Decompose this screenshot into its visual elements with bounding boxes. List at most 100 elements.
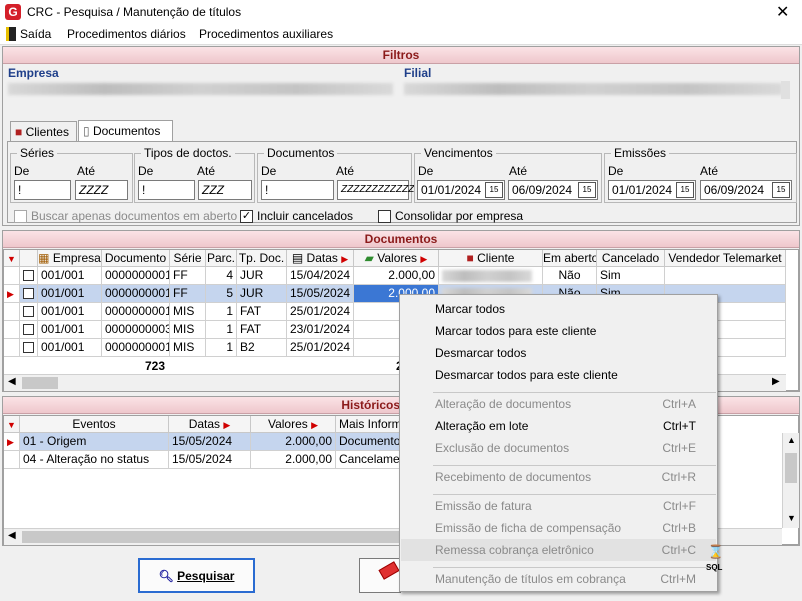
col-cliente[interactable]: ■ Cliente	[439, 250, 543, 267]
table-cell-doc[interactable]: 0000000001	[102, 339, 170, 357]
table-cell-empresa[interactable]: 001/001	[38, 267, 102, 285]
col-valores[interactable]: ▰ Valores ▶	[354, 250, 439, 267]
context-menu-item[interactable]: Exclusão de documentos Ctrl+E	[401, 437, 716, 459]
context-menu-item[interactable]: Manutenção de títulos em cobrança Ctrl+M	[401, 568, 716, 590]
context-menu-item[interactable]: Desmarcar todos para este cliente	[401, 364, 716, 386]
table-cell-vend[interactable]	[665, 267, 786, 285]
table-cell-serie[interactable]: MIS	[170, 339, 206, 357]
empresa-value[interactable]	[8, 83, 393, 95]
row-checkbox[interactable]	[23, 288, 34, 299]
history-cell-data[interactable]: 15/05/2024	[169, 451, 251, 469]
chk-include-cancelled[interactable]: ✓	[240, 210, 253, 223]
table-cell-doc[interactable]: 0000000001	[102, 285, 170, 303]
table-cell-doc[interactable]: 0000000003	[102, 321, 170, 339]
col-hist-valores[interactable]: Valores ▶	[251, 416, 336, 433]
table-cell-tp[interactable]: JUR	[237, 285, 287, 303]
col-cancelado[interactable]: Cancelado	[597, 250, 665, 267]
table-cell-data[interactable]: 15/05/2024	[287, 285, 354, 303]
context-menu-item[interactable]: Emissão de fatura Ctrl+F	[401, 495, 716, 517]
scroll-thumb[interactable]	[785, 453, 797, 483]
row-checkbox[interactable]	[23, 342, 34, 353]
row-checkbox[interactable]	[23, 324, 34, 335]
col-serie[interactable]: Série	[170, 250, 206, 267]
context-menu-item[interactable]: Marcar todos para este cliente	[401, 320, 716, 342]
context-menu-item[interactable]: Emissão de ficha de compensação Ctrl+B	[401, 517, 716, 539]
clear-button[interactable]	[359, 558, 401, 593]
chk-consolidate[interactable]	[378, 210, 391, 223]
table-cell-cancel[interactable]: Sim	[597, 267, 665, 285]
col-em-aberto[interactable]: Em aberto	[543, 250, 597, 267]
table-cell-doc[interactable]: 0000000001	[102, 267, 170, 285]
calendar-icon[interactable]: 15	[676, 182, 694, 198]
tipos-from-input[interactable]: !	[138, 180, 195, 200]
table-cell-empresa[interactable]: 001/001	[38, 303, 102, 321]
table-cell-parc[interactable]: 1	[206, 339, 237, 357]
table-cell-tp[interactable]: JUR	[237, 267, 287, 285]
history-cell-data[interactable]: 15/05/2024	[169, 433, 251, 451]
history-cell-evento[interactable]: 01 - Origem	[20, 433, 169, 451]
chk-open-only[interactable]	[14, 210, 27, 223]
col-documento[interactable]: Documento	[102, 250, 170, 267]
col-datas[interactable]: ▤ Datas ▶	[287, 250, 354, 267]
table-cell-parc[interactable]: 5	[206, 285, 237, 303]
col-mais-info[interactable]: Mais Informaç	[336, 416, 406, 433]
table-cell-parc[interactable]: 4	[206, 267, 237, 285]
close-button[interactable]: ✕	[776, 2, 789, 22]
table-cell-data[interactable]: 25/01/2024	[287, 303, 354, 321]
table-cell-serie[interactable]: MIS	[170, 303, 206, 321]
context-menu-item[interactable]: Remessa cobrança eletrônico Ctrl+C	[401, 539, 716, 561]
col-vendedor[interactable]: Vendedor Telemarket	[665, 250, 786, 267]
table-cell-tp[interactable]: FAT	[237, 303, 287, 321]
table-cell-parc[interactable]: 1	[206, 303, 237, 321]
context-menu-item[interactable]: Desmarcar todos	[401, 342, 716, 364]
table-cell-aberto[interactable]: Não	[543, 267, 597, 285]
table-cell-cliente[interactable]	[439, 267, 543, 285]
table-cell-tp[interactable]: FAT	[237, 321, 287, 339]
col-tp-doc[interactable]: Tp. Doc.	[237, 250, 287, 267]
documentos-from-input[interactable]: !	[261, 180, 334, 200]
history-cell-evento[interactable]: 04 - Alteração no status	[20, 451, 169, 469]
history-cell-info[interactable]: Cancelamento	[336, 451, 406, 469]
row-checkbox[interactable]	[23, 270, 34, 281]
table-cell-data[interactable]: 25/01/2024	[287, 339, 354, 357]
col-empresa[interactable]: ▦ Empresa	[38, 250, 102, 267]
row-checkbox[interactable]	[23, 306, 34, 317]
table-cell-doc[interactable]: 0000000001	[102, 303, 170, 321]
series-to-input[interactable]: ZZZZ	[75, 180, 128, 200]
search-button[interactable]: 🔍︎ Pesquisar	[138, 558, 255, 593]
context-menu-item[interactable]: Alteração em lote Ctrl+T	[401, 415, 716, 437]
filial-value[interactable]	[404, 83, 782, 95]
history-cell-valor[interactable]: 2.000,00	[251, 433, 336, 451]
history-v-scrollbar[interactable]: ▲ ▼	[782, 433, 799, 528]
calendar-icon[interactable]: 15	[485, 182, 503, 198]
context-menu-item[interactable]: Recebimento de documentos Ctrl+R	[401, 466, 716, 488]
table-cell-valor[interactable]: 2.000,00	[354, 267, 439, 285]
table-cell-empresa[interactable]: 001/001	[38, 321, 102, 339]
menu-exit[interactable]: Saída	[20, 27, 51, 41]
table-cell-data[interactable]: 23/01/2024	[287, 321, 354, 339]
menu-daily-procedures[interactable]: Procedimentos diários	[67, 27, 186, 41]
table-cell-serie[interactable]: FF	[170, 285, 206, 303]
table-cell-tp[interactable]: B2	[237, 339, 287, 357]
table-cell-empresa[interactable]: 001/001	[38, 339, 102, 357]
col-hist-datas[interactable]: Datas ▶	[169, 416, 251, 433]
tab-documentos[interactable]: ▯ Documentos	[78, 120, 173, 142]
menu-aux-procedures[interactable]: Procedimentos auxiliares	[199, 27, 333, 41]
scroll-thumb[interactable]	[22, 531, 402, 543]
tab-clientes[interactable]: ■ Clientes	[10, 121, 77, 142]
series-from-input[interactable]: !	[14, 180, 71, 200]
calendar-icon[interactable]: 15	[578, 182, 596, 198]
calendar-icon[interactable]: 15	[772, 182, 790, 198]
col-parc[interactable]: Parc.	[206, 250, 237, 267]
context-menu-item[interactable]: Marcar todos	[401, 298, 716, 320]
context-menu-item[interactable]: Alteração de documentos Ctrl+A	[401, 393, 716, 415]
documentos-to-input[interactable]: ZZZZZZZZZZZZ	[337, 180, 414, 200]
table-cell-empresa[interactable]: 001/001	[38, 285, 102, 303]
table-cell-data[interactable]: 15/04/2024	[287, 267, 354, 285]
history-cell-info[interactable]: Documento c	[336, 433, 406, 451]
history-cell-valor[interactable]: 2.000,00	[251, 451, 336, 469]
table-cell-serie[interactable]: FF	[170, 267, 206, 285]
table-cell-serie[interactable]: MIS	[170, 321, 206, 339]
col-eventos[interactable]: Eventos	[20, 416, 169, 433]
table-cell-parc[interactable]: 1	[206, 321, 237, 339]
